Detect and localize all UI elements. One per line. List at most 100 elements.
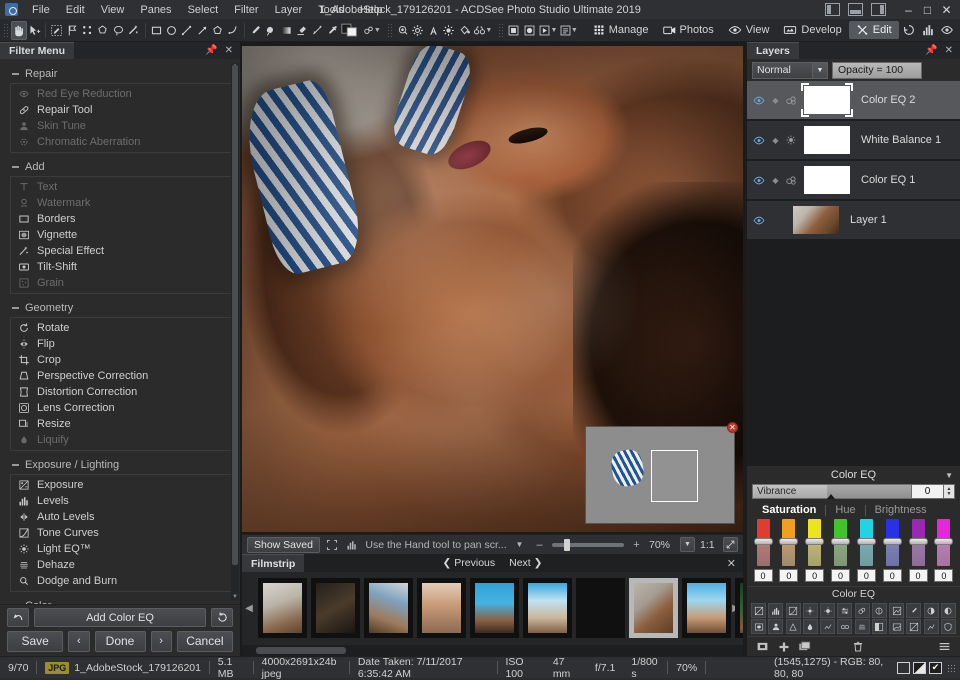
eye-icon[interactable] [753,136,766,145]
filter-item-text[interactable]: Text [11,179,231,195]
contrast-icon[interactable] [940,603,956,618]
settings-gear-icon[interactable] [410,21,425,40]
paintbrush-icon[interactable] [248,21,263,40]
photoeffect-icon[interactable] [889,619,905,634]
filter-item-grain[interactable]: Grain [11,275,231,291]
navigator-viewport-rect[interactable] [651,450,699,502]
filter-item-dehaze[interactable]: Dehaze [11,557,231,573]
record-icon[interactable] [522,21,537,40]
filter-item-auto-levels[interactable]: Auto Levels [11,509,231,525]
maximize-button[interactable]: □ [919,2,936,17]
curves-icon[interactable] [923,619,939,634]
slider-handle[interactable] [934,538,954,545]
paint-bucket-icon[interactable] [456,21,471,40]
list-item[interactable] [576,578,625,638]
filter-item-resize[interactable]: Resize [11,416,231,432]
list-item[interactable] [364,578,413,638]
coloreq-icon[interactable] [854,603,870,618]
hand-tool-icon[interactable] [10,20,27,40]
slider-value[interactable]: 0 [882,569,902,582]
layer-row-layer-1[interactable]: Layer 1 [747,201,960,241]
list-item[interactable] [311,578,360,638]
slider-track[interactable] [934,519,954,566]
slider-track[interactable] [908,519,928,566]
filter-item-special-effect[interactable]: Special Effect [11,243,231,259]
tab-hue[interactable]: Hue [826,504,864,516]
zoom-out-button[interactable]: – [532,537,547,552]
reset-icon[interactable] [211,608,233,627]
image-canvas[interactable]: ✕ [242,46,743,532]
zoom-slider-handle[interactable] [564,538,570,551]
filter-item-levels[interactable]: Levels [11,493,231,509]
rectangle-shape-icon[interactable] [148,21,163,40]
white-balance-icon[interactable] [441,21,456,40]
filter-item-liquify[interactable]: Liquify [11,432,231,448]
menu-panes[interactable]: Panes [132,1,179,19]
close-icon[interactable]: ✕ [945,45,953,56]
list-item[interactable] [258,578,307,638]
filter-item-tilt-shift[interactable]: Tilt-Shift [11,259,231,275]
filter-item-light-eq[interactable]: Light EQ™ [11,541,231,557]
eye-icon[interactable] [753,96,766,105]
exposure-icon[interactable] [751,603,766,618]
duplicate-icon[interactable] [797,639,812,654]
slider-handle[interactable] [856,538,876,545]
filter-item-repair-tool[interactable]: Repair Tool [11,102,231,118]
zoom-in-button[interactable]: + [629,537,644,552]
eye-icon[interactable] [753,216,766,225]
vignette-icon[interactable] [751,619,766,634]
slider-value[interactable]: 0 [934,569,954,582]
dehaze-icon[interactable] [854,619,870,634]
show-saved-button[interactable]: Show Saved [247,536,320,553]
vibrance-slider[interactable]: Vibrance [752,484,912,499]
sharpen-icon[interactable] [785,619,801,634]
polygon-shape-icon[interactable] [210,21,225,40]
previous-image-button[interactable]: ❮ Previous [443,557,496,569]
arrow-shape-icon[interactable] [195,21,210,40]
group-header-add[interactable]: Add [10,158,232,176]
layer-row-color-eq-1[interactable]: ◆ Color EQ 1 [747,161,960,201]
blur-icon[interactable] [802,619,818,634]
filter-item-chromatic-aberration[interactable]: Chromatic Aberration [11,134,231,150]
group-header-exposure-lighting[interactable]: Exposure / Lighting [10,456,232,474]
collapse-icon[interactable] [12,73,19,75]
group-header-geometry[interactable]: Geometry [10,299,232,317]
bottom-pane-toggle[interactable] [848,3,863,16]
layer-thumbnail[interactable] [793,206,839,234]
magic-wand-select-icon[interactable] [95,21,110,40]
previous-filter-button[interactable]: ‹ [68,630,90,652]
colorbalance-icon[interactable] [837,603,853,618]
collapse-icon[interactable] [12,166,19,168]
list-item[interactable] [682,578,731,638]
gradient-icon[interactable] [889,603,905,618]
script-list-icon[interactable] [557,21,572,40]
tonecurves-icon[interactable] [785,603,801,618]
right-pane-toggle[interactable] [871,3,886,16]
history-icon[interactable] [899,21,918,40]
filter-item-skin-tune[interactable]: Skin Tune [11,118,231,134]
fit-icon[interactable] [325,537,340,552]
link-icon[interactable]: ◆ [771,176,780,185]
minimize-button[interactable]: – [900,2,917,17]
list-item-selected[interactable] [629,578,678,638]
filter-item-flip[interactable]: Flip [11,336,231,352]
add-layer-icon[interactable] [776,639,791,654]
chevron-down-icon[interactable]: ▼ [812,62,827,78]
cancel-button[interactable]: Cancel [176,630,233,652]
move-tool-icon[interactable] [27,21,42,40]
square-icon[interactable] [897,661,910,674]
filter-item-distortion-correction[interactable]: Distortion Correction [11,384,231,400]
tab-manage[interactable]: Manage [586,21,656,39]
list-item[interactable] [735,578,743,638]
vibrance-slider-marker[interactable] [827,494,836,499]
vibrance-stepper[interactable]: ▲ ▼ [944,484,955,499]
layers-tab[interactable]: Layers [747,42,799,59]
opacity-field[interactable]: Opacity = 100 [832,61,922,79]
scrollbar-thumb[interactable] [256,647,346,654]
check-icon[interactable]: ✔ [929,661,942,674]
filmstrip-scrollbar[interactable] [242,645,743,656]
magic-select-icon[interactable] [126,21,141,40]
histogram-icon[interactable] [345,537,360,552]
binoculars-icon[interactable] [472,21,487,40]
list-item[interactable] [523,578,572,638]
